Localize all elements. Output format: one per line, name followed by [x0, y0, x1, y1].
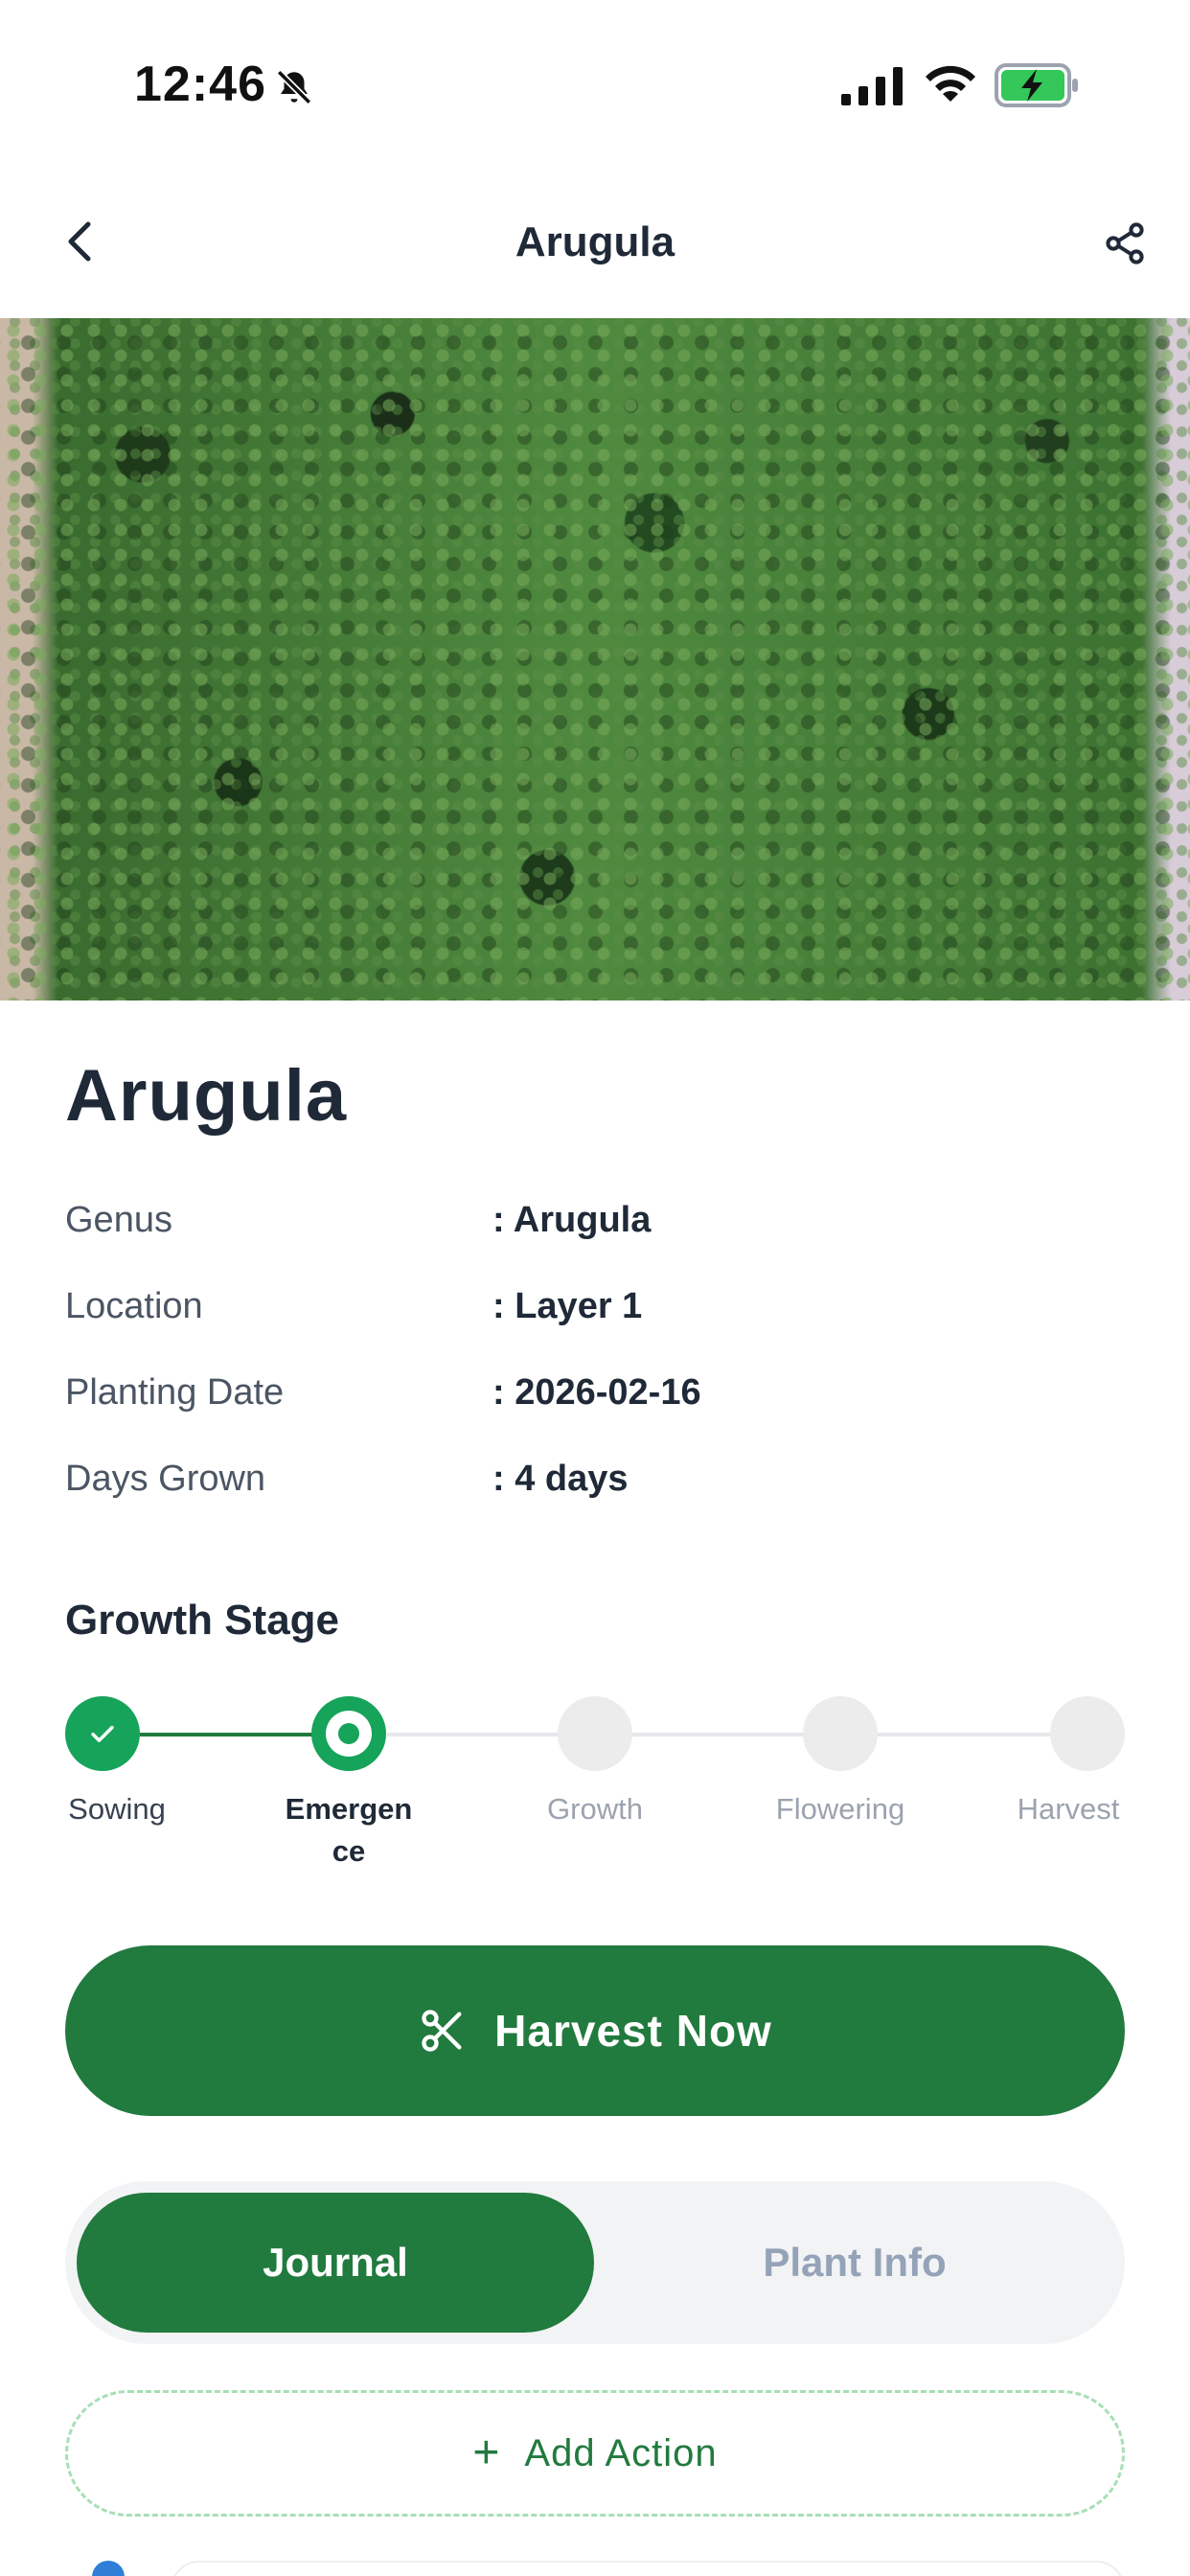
wifi-icon: [926, 65, 975, 102]
detail-value: : Layer 1: [492, 1286, 643, 1326]
stage-connector: [878, 1733, 1050, 1736]
nav-bar: Arugula: [0, 172, 1190, 316]
detail-row-days-grown: Days Grown : 4 days: [65, 1459, 1119, 1516]
stage-connector: [387, 1733, 560, 1736]
nav-title: Arugula: [515, 218, 675, 265]
scissors-icon: [422, 2010, 462, 2052]
content-tabs: Journal Plant Info: [65, 2181, 1125, 2344]
status-bar: 12:46: [0, 0, 1190, 172]
detail-label: Genus: [65, 1200, 172, 1240]
stage-harvest-marker: [1050, 1696, 1125, 1771]
tab-plant-info[interactable]: Plant Info: [596, 2193, 1113, 2333]
detail-label: Days Grown: [65, 1459, 266, 1499]
detail-row-genus: Genus : Arugula: [65, 1200, 1119, 1257]
current-stage-ring: [326, 1711, 372, 1757]
plant-photo: [0, 318, 1190, 1000]
stage-sowing-marker: [65, 1696, 140, 1771]
share-button[interactable]: [1094, 213, 1156, 274]
current-stage-dot: [338, 1723, 359, 1744]
battery-charging-icon: [995, 63, 1078, 107]
detail-row-planting-date: Planting Date : 2026-02-16: [65, 1372, 1119, 1430]
bell-slash-icon: [276, 69, 312, 105]
stage-connector: [632, 1733, 805, 1736]
stage-label-harvest: Harvest: [1017, 1792, 1120, 1826]
plant-photo-texture: [0, 318, 1190, 1000]
add-action-button[interactable]: + Add Action: [65, 2390, 1125, 2517]
plus-icon: +: [472, 2427, 500, 2478]
stage-label-sowing: Sowing: [68, 1792, 166, 1826]
growth-stage-stepper: Sowing Emergence Growth Flowering Harves…: [0, 1696, 1190, 1888]
stage-label-growth: Growth: [547, 1792, 643, 1826]
stage-label-emergence: Emergence: [285, 1792, 413, 1868]
detail-label: Planting Date: [65, 1372, 285, 1413]
signal-icon: [841, 67, 903, 105]
plant-name-heading: Arugula: [65, 1055, 348, 1137]
detail-value: : 4 days: [492, 1459, 629, 1499]
detail-value: : Arugula: [492, 1200, 652, 1240]
journal-timeline-dot: [92, 2561, 125, 2576]
stage-flowering-marker: [803, 1696, 878, 1771]
detail-value: : 2026-02-16: [492, 1372, 701, 1413]
check-icon: [91, 1725, 114, 1742]
stage-connector: [140, 1733, 312, 1736]
share-icon: [1106, 222, 1144, 264]
journal-entry-card[interactable]: [171, 2561, 1125, 2576]
harvest-now-label: Harvest Now: [494, 2006, 772, 2056]
detail-label: Location: [65, 1286, 203, 1326]
status-time: 12:46: [134, 57, 266, 112]
harvest-now-button[interactable]: Harvest Now: [65, 1945, 1125, 2116]
stage-growth-marker: [558, 1696, 632, 1771]
stage-emergence-marker: [311, 1696, 386, 1771]
detail-row-location: Location : Layer 1: [65, 1286, 1119, 1344]
growth-stage-title: Growth Stage: [65, 1597, 340, 1644]
stage-label-flowering: Flowering: [775, 1792, 905, 1826]
add-action-label: Add Action: [524, 2431, 718, 2474]
tab-journal[interactable]: Journal: [77, 2193, 594, 2333]
